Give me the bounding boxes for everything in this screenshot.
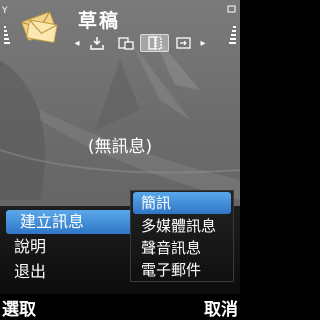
message-type-submenu: 簡訊 多媒體訊息 聲音訊息 電子郵件: [130, 190, 234, 282]
menu-item-help[interactable]: 說明: [0, 235, 135, 259]
outbox-icon: [175, 37, 191, 49]
header: Y 草稿 ◂ ▸: [0, 0, 240, 58]
svg-text:Y: Y: [2, 6, 8, 16]
tab-left-arrow-icon[interactable]: ◂: [72, 33, 82, 53]
menu-item-exit[interactable]: 退出: [0, 260, 135, 284]
right-softkey[interactable]: 取消: [204, 295, 238, 320]
tab-drafts[interactable]: [140, 34, 169, 52]
softkey-bar: 選取 取消: [0, 294, 240, 320]
submenu-item-sms[interactable]: 簡訊: [133, 192, 231, 214]
drafts-icon: [147, 36, 162, 50]
left-softkey[interactable]: 選取: [2, 295, 36, 320]
submenu-item-mms[interactable]: 多媒體訊息: [131, 215, 235, 237]
folders-icon: [117, 37, 134, 50]
signal-strength-icon: Y: [2, 6, 10, 44]
tab-outbox[interactable]: [169, 34, 198, 52]
tab-right-arrow-icon[interactable]: ▸: [198, 33, 208, 53]
folder-tabs: ◂ ▸: [72, 33, 224, 53]
submenu-item-email[interactable]: 電子郵件: [131, 259, 235, 281]
tab-inbox[interactable]: [82, 34, 111, 52]
screen: Y 草稿 ◂ ▸ (無訊息) 建立訊息 說明 退出 簡訊 多媒體訊息 聲音訊息 …: [0, 0, 240, 320]
envelopes-icon: [21, 11, 58, 43]
submenu-item-audio-message[interactable]: 聲音訊息: [131, 237, 235, 259]
page-title: 草稿: [78, 10, 121, 32]
empty-state-text: (無訊息): [87, 137, 153, 157]
menu-item-create-message[interactable]: 建立訊息: [6, 210, 134, 234]
tab-folders[interactable]: [111, 34, 140, 52]
inbox-icon: [89, 37, 104, 50]
battery-level-icon: [227, 5, 236, 44]
